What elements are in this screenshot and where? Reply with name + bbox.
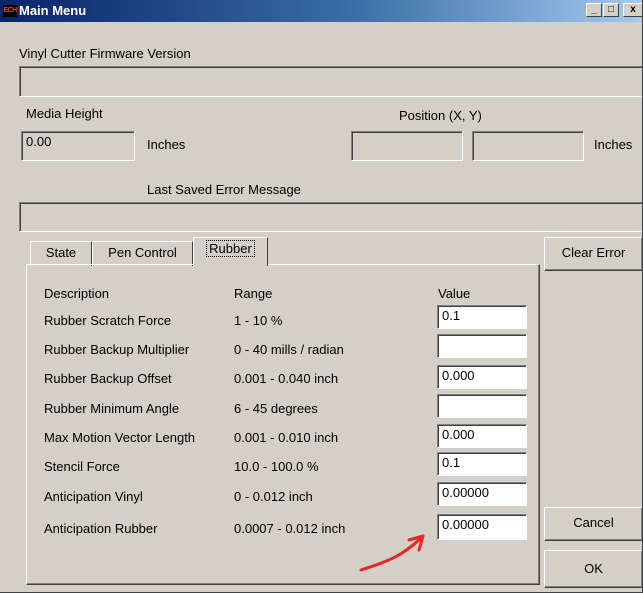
main-menu-window: ECH Main Menu _ □ x Vinyl Cutter Firmwar… (0, 0, 643, 593)
error-message-label: Last Saved Error Message (147, 182, 301, 197)
close-button[interactable]: x (623, 3, 642, 17)
rubber-minimum-angle-input[interactable] (437, 394, 527, 418)
media-height-label: Media Height (26, 106, 103, 121)
row-description: Rubber Minimum Angle (44, 401, 180, 416)
clear-error-button[interactable]: Clear Error (544, 237, 642, 271)
firmware-label: Vinyl Cutter Firmware Version (19, 46, 191, 61)
minimize-button[interactable]: _ (586, 3, 602, 17)
row-description: Rubber Backup Offset (44, 371, 172, 386)
stencil-force-input[interactable]: 0.1 (437, 452, 527, 476)
cancel-button[interactable]: Cancel (544, 507, 642, 541)
window-title: Main Menu (19, 3, 87, 18)
row-range: 0.0007 - 0.012 inch (234, 521, 346, 536)
ok-button[interactable]: OK (544, 550, 642, 588)
media-height-field: 0.00 (21, 131, 135, 161)
title-bar[interactable]: ECH Main Menu _ □ x (0, 0, 642, 22)
anticipation-vinyl-input[interactable]: 0.00000 (437, 482, 527, 506)
row-range: 10.0 - 100.0 % (234, 459, 319, 474)
row-description: Max Motion Vector Length (44, 430, 196, 445)
rubber-scratch-force-input[interactable]: 0.1 (437, 305, 527, 329)
media-height-unit: Inches (147, 137, 186, 152)
row-range: 0.001 - 0.010 inch (234, 430, 339, 445)
rubber-backup-offset-input[interactable]: 0.000 (437, 365, 527, 389)
row-description: Anticipation Rubber (44, 521, 158, 536)
header-description: Description (44, 286, 110, 301)
app-icon: ECH (3, 5, 17, 17)
position-label: Position (X, Y) (399, 108, 482, 123)
tab-state-label: State (45, 245, 77, 260)
minimize-icon: _ (591, 4, 597, 15)
tab-rubber[interactable]: Rubber (193, 237, 268, 266)
tab-pen-control[interactable]: Pen Control (92, 241, 193, 266)
firmware-version-field (19, 66, 642, 97)
header-value: Value (438, 286, 471, 301)
tab-pen-control-label: Pen Control (108, 245, 177, 260)
maximize-icon: □ (607, 4, 615, 15)
tab-rubber-label: Rubber (206, 240, 255, 257)
row-description: Anticipation Vinyl (44, 489, 143, 504)
position-x-field (351, 131, 463, 161)
maximize-button[interactable]: □ (603, 3, 619, 17)
max-motion-vector-length-input[interactable]: 0.000 (437, 424, 527, 448)
row-range: 0 - 0.012 inch (234, 489, 313, 504)
header-range: Range (234, 286, 273, 301)
close-icon: x (630, 4, 636, 15)
row-range: 0 - 40 mills / radian (234, 342, 344, 357)
row-description: Rubber Backup Multiplier (44, 342, 190, 357)
error-message-field (19, 202, 642, 232)
row-description: Stencil Force (44, 459, 120, 474)
row-range: 0.001 - 0.040 inch (234, 371, 339, 386)
row-range: 1 - 10 % (234, 313, 283, 328)
red-arrow-icon (359, 534, 425, 572)
row-range: 6 - 45 degrees (234, 401, 318, 416)
rubber-backup-multiplier-input[interactable] (437, 334, 527, 358)
anticipation-rubber-input[interactable]: 0.00000 (437, 514, 527, 540)
row-description: Rubber Scratch Force (44, 313, 172, 328)
position-unit: Inches (594, 137, 633, 152)
position-y-field (472, 131, 584, 161)
tab-state[interactable]: State (30, 241, 92, 266)
